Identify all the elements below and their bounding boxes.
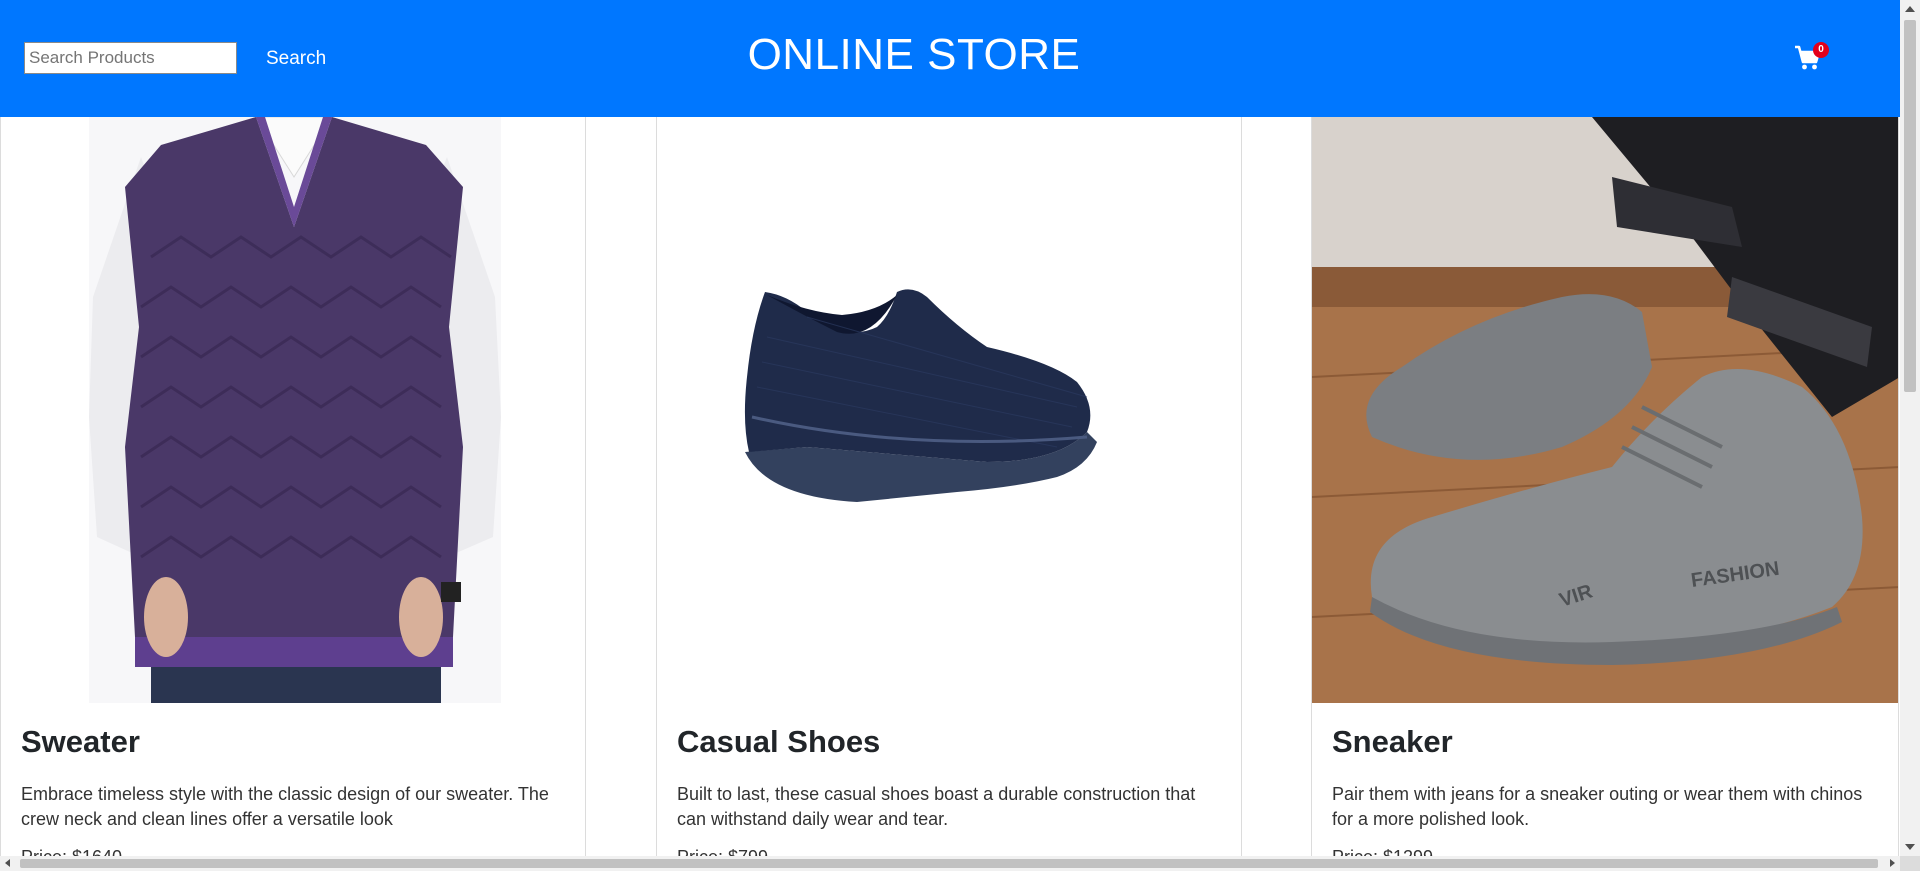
horizontal-scrollbar[interactable] [0,856,1900,871]
casual-shoes-image[interactable] [657,117,1241,703]
scroll-up-arrow-icon[interactable] [1905,6,1915,12]
scroll-left-arrow-icon[interactable] [5,859,10,867]
cart-count-badge: 0 [1813,42,1829,58]
vertical-scrollbar[interactable] [1900,0,1920,856]
product-description: Embrace timeless style with the classic … [21,784,549,829]
product-card-casual-shoes[interactable]: Casual Shoes Built to last, these casual… [656,117,1242,857]
product-card-sweater[interactable]: Sweater Embrace timeless style with the … [0,117,586,857]
scroll-right-arrow-icon[interactable] [1890,859,1895,867]
product-description: Pair them with jeans for a sneaker outin… [1332,784,1863,829]
product-name: Casual Shoes [677,724,881,759]
product-description: Built to last, these casual shoes boast … [677,784,1196,829]
product-name: Sweater [21,724,140,759]
sweater-image[interactable] [1,117,585,703]
scrollbar-corner [1900,856,1920,871]
scroll-down-arrow-icon[interactable] [1905,844,1915,850]
horizontal-scroll-thumb[interactable] [20,859,1878,868]
product-card-sneaker[interactable]: FASHION VIR Sneaker Pair them with jeans… [1311,117,1899,857]
product-name: Sneaker [1332,724,1453,759]
page-title: ONLINE STORE [747,30,1081,79]
sneaker-image[interactable]: FASHION VIR [1312,117,1898,703]
header-bar: Search ONLINE STORE [0,0,1900,117]
vertical-scroll-thumb[interactable] [1904,20,1916,392]
